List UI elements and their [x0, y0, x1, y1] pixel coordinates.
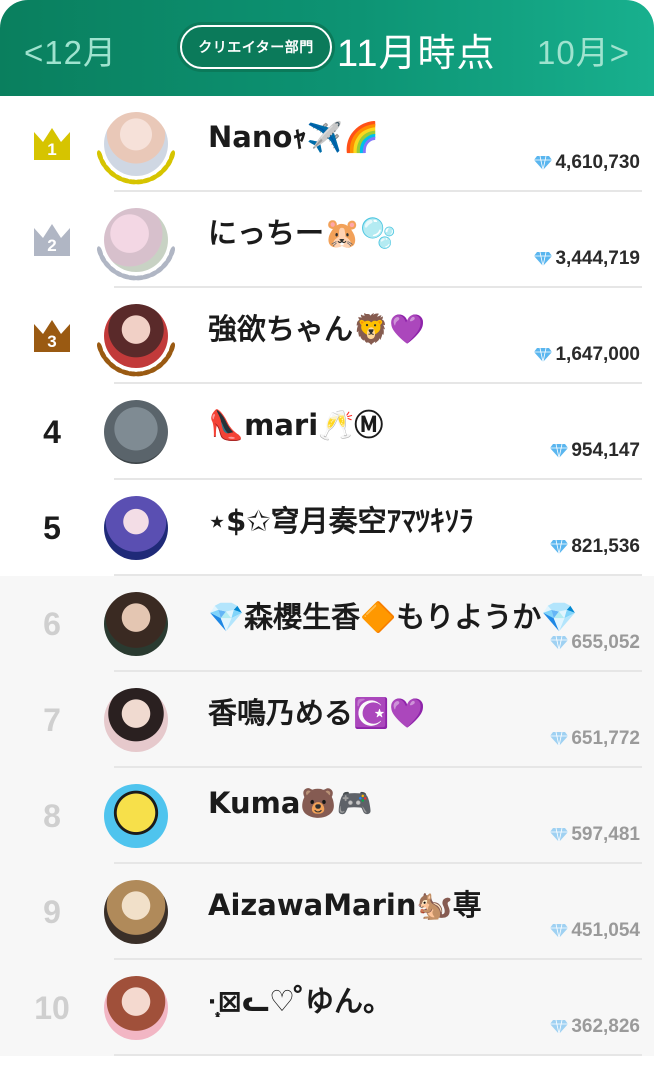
rank-number: 6 — [43, 605, 61, 642]
ranking-row[interactable]: 6 💎森櫻生香🔶もりようか💎 655,052 — [0, 576, 654, 672]
ranking-row[interactable]: 2 にっちー🐹🫧 3,444,719 — [0, 192, 654, 288]
score-text: 651,772 — [571, 728, 640, 749]
ranking-row[interactable]: 1 Nanoｬ✈️🌈 4,610,730 — [0, 96, 654, 192]
ranking-row[interactable]: 3 強欲ちゃん🦁💜 1,647,000 — [0, 288, 654, 384]
diamond-icon — [534, 155, 553, 171]
score-text: 597,481 — [571, 824, 640, 845]
category-badge[interactable]: クリエイター部門 — [180, 25, 332, 69]
score-value: 655,052 — [549, 632, 640, 654]
rank-number: 1 — [47, 140, 57, 159]
diamond-icon — [550, 539, 569, 555]
ranking-row[interactable]: 5 ⋆$✩穹月奏空ｱﾏﾂｷｿﾗ 821,536 — [0, 480, 654, 576]
score-text: 655,052 — [571, 632, 640, 653]
avatar-photo-7[interactable] — [104, 688, 168, 752]
avatar-cat[interactable] — [104, 400, 168, 464]
diamond-icon — [550, 827, 569, 843]
rank-number: 9 — [43, 893, 61, 930]
ranking-row[interactable]: 7 香鳴乃める☪️💜 651,772 — [0, 672, 654, 768]
score-text: 954,147 — [571, 440, 640, 461]
rank-number: 8 — [43, 797, 61, 834]
ranking-card: <12月 クリエイター部門 11月時点 10月> 1 Nanoｬ✈️🌈 4,610,… — [0, 0, 654, 1088]
avatar-anime-2[interactable] — [104, 976, 168, 1040]
ranking-header: <12月 クリエイター部門 11月時点 10月> — [0, 0, 654, 96]
prev-month-link[interactable]: <12月 — [24, 26, 117, 74]
avatar-illustration[interactable] — [104, 496, 168, 560]
diamond-icon — [550, 1019, 569, 1035]
laurel-wreath-icon — [96, 246, 176, 281]
user-name[interactable]: にっちー🐹🫧 — [208, 210, 396, 252]
score-text: 362,826 — [571, 1016, 640, 1037]
diamond-icon — [550, 635, 569, 651]
score-value: 651,772 — [549, 728, 640, 750]
rank-number: 4 — [43, 413, 61, 450]
score-value: 821,536 — [549, 536, 640, 558]
ranking-list: 1 Nanoｬ✈️🌈 4,610,730 2 にっちー🐹🫧 3,444,719 3 強欲ちゃん… — [0, 96, 654, 1056]
diamond-icon — [550, 443, 569, 459]
score-value: 4,610,730 — [533, 152, 640, 174]
ranking-row[interactable]: 4 👠mari🥂Ⓜ 954,147 — [0, 384, 654, 480]
rank-number: 10 — [34, 989, 70, 1026]
avatar-bear[interactable] — [104, 784, 168, 848]
current-month-title: 11月時点 — [337, 33, 496, 75]
laurel-wreath-icon — [96, 342, 176, 377]
score-text: 821,536 — [571, 536, 640, 557]
user-name[interactable]: Kuma🐻🎮 — [208, 786, 373, 821]
user-name[interactable]: 香鳴乃める☪️💜 — [208, 690, 425, 732]
avatar-photo-6[interactable] — [104, 592, 168, 656]
rank-number: 2 — [47, 236, 57, 255]
diamond-icon — [550, 923, 569, 939]
user-name[interactable]: Nanoｬ✈️🌈 — [208, 114, 379, 156]
rank-number: 3 — [47, 332, 57, 351]
ranking-row[interactable]: 9 AizawaMarin🐿️専 451,054 — [0, 864, 654, 960]
score-value: 362,826 — [549, 1016, 640, 1038]
laurel-wreath-icon — [96, 150, 176, 185]
score-value: 451,054 — [549, 920, 640, 942]
score-text: 3,444,719 — [555, 248, 640, 269]
score-value: 1,647,000 — [533, 344, 640, 366]
row-divider — [114, 1054, 642, 1056]
crown-icon: 3 — [32, 318, 72, 354]
user-name[interactable]: ⋆$✩穹月奏空ｱﾏﾂｷｿﾗ — [208, 498, 474, 540]
diamond-icon — [534, 347, 553, 363]
user-name[interactable]: 👠mari🥂Ⓜ — [208, 402, 383, 444]
avatar-anime[interactable] — [104, 880, 168, 944]
rank-number: 7 — [43, 701, 61, 738]
score-text: 4,610,730 — [555, 152, 640, 173]
user-name[interactable]: 💎森櫻生香🔶もりようか💎 — [208, 594, 577, 636]
score-value: 3,444,719 — [533, 248, 640, 270]
score-text: 1,647,000 — [555, 344, 640, 365]
ranking-row[interactable]: 8 Kuma🐻🎮 597,481 — [0, 768, 654, 864]
diamond-icon — [550, 731, 569, 747]
score-text: 451,054 — [571, 920, 640, 941]
user-name[interactable]: 強欲ちゃん🦁💜 — [208, 306, 425, 348]
rank-number: 5 — [43, 509, 61, 546]
score-value: 954,147 — [549, 440, 640, 462]
diamond-icon — [534, 251, 553, 267]
user-name[interactable]: AizawaMarin🐿️専 — [208, 882, 482, 924]
next-month-link[interactable]: 10月> — [537, 26, 630, 74]
crown-icon: 1 — [32, 126, 72, 162]
category-label: クリエイター部門 — [198, 40, 314, 56]
ranking-row[interactable]: 10 ·̩͙⊠ᓚ♡ ̊ゆん。 362,826 — [0, 960, 654, 1056]
score-value: 597,481 — [549, 824, 640, 846]
user-name[interactable]: ·̩͙⊠ᓚ♡ ̊ゆん。 — [208, 978, 392, 1020]
crown-icon: 2 — [32, 222, 72, 258]
